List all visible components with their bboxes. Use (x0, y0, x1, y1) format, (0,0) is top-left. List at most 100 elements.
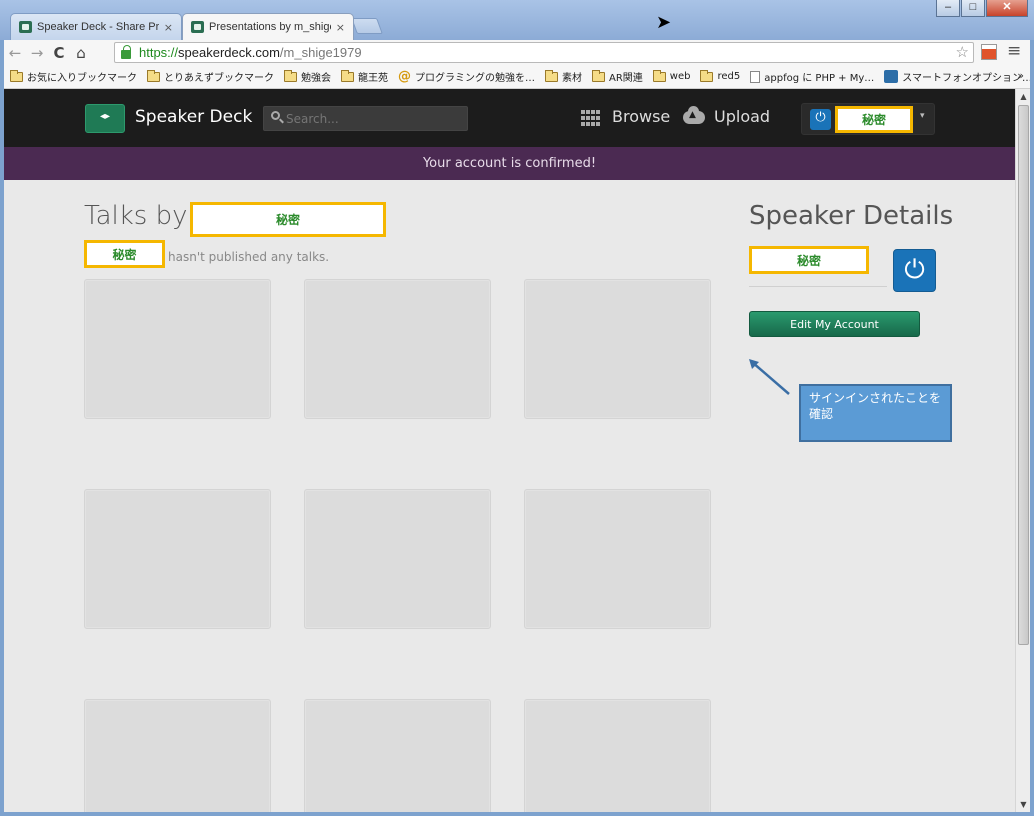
url-scheme: https:// (139, 45, 179, 60)
talks-user-redacted: 秘密 (190, 202, 386, 237)
speakerdeck-favicon-icon (19, 21, 32, 33)
bookmark-item[interactable]: 龍王苑 (341, 69, 388, 84)
tab-presentations[interactable]: Presentations by m_shige1 × (182, 13, 354, 40)
upload-link[interactable]: Upload (714, 107, 770, 126)
scrollbar-thumb[interactable] (1018, 105, 1029, 645)
bookmark-label: red5 (717, 71, 741, 82)
bookmark-item[interactable]: @ プログラミングの勉強を… (398, 69, 535, 84)
account-name-redacted: 秘密 (835, 106, 913, 133)
talk-placeholder-card (524, 279, 711, 419)
window-titlebar: Speaker Deck - Share Pres × Presentation… (0, 0, 1034, 40)
close-window-button[interactable]: ✕ (986, 0, 1028, 17)
speaker-avatar-icon (893, 249, 936, 292)
page-scrollbar[interactable]: ▲ ▼ (1015, 89, 1030, 812)
grid-icon (581, 110, 601, 126)
annotation-callout: サインインされたことを確認 (799, 384, 952, 442)
address-bar[interactable]: https:// speakerdeck.com /m_shige1979 ☆ (114, 42, 974, 63)
tab-title: Presentations by m_shige1 (209, 21, 331, 33)
bookmark-item[interactable]: web (652, 69, 691, 82)
site-favicon-icon (884, 70, 899, 83)
bookmark-label: 素材 (562, 73, 582, 84)
speaker-name-redacted: 秘密 (749, 246, 869, 274)
extension-calendar-icon[interactable] (981, 44, 997, 60)
folder-icon (545, 69, 558, 82)
scroll-down-icon[interactable]: ▼ (1016, 797, 1031, 812)
reload-icon[interactable]: C (48, 44, 70, 62)
bookmark-item[interactable]: 勉強会 (284, 69, 331, 84)
talk-placeholder-card (524, 489, 711, 629)
bookmark-item[interactable]: とりあえずブックマーク (147, 69, 274, 84)
site-header: Speaker Deck Browse Upload 秘密 ▾ (4, 89, 1015, 147)
back-arrow-icon[interactable]: ← (4, 44, 26, 62)
folder-icon (284, 69, 297, 82)
talk-placeholder-card (84, 279, 271, 419)
bookmark-label: 勉強会 (301, 73, 331, 84)
talk-placeholder-card (84, 489, 271, 629)
folder-icon (147, 69, 160, 82)
bookmark-star-icon[interactable]: ☆ (956, 43, 969, 61)
bookmark-item[interactable]: appfog に PHP + My… (750, 69, 874, 84)
folder-icon (341, 69, 354, 82)
confirmation-banner: Your account is confirmed! (4, 147, 1015, 180)
folder-icon (700, 69, 714, 82)
bookmark-label: とりあえずブックマーク (164, 73, 274, 84)
tab-close-icon[interactable]: × (336, 21, 345, 34)
bookmark-item[interactable]: 素材 (545, 69, 582, 84)
talks-by-heading: Talks by (84, 201, 188, 231)
talk-placeholder-card (304, 279, 491, 419)
empty-user-redacted: 秘密 (84, 240, 165, 268)
bookmark-label: お気に入りブックマーク (27, 73, 137, 84)
browse-link[interactable]: Browse (612, 107, 670, 126)
bookmarks-overflow-icon[interactable]: » (1017, 69, 1024, 82)
lock-icon (121, 45, 131, 59)
folder-icon (592, 69, 605, 82)
talk-placeholder-card (84, 699, 271, 812)
speaker-details-heading: Speaker Details (749, 201, 954, 231)
search-icon (271, 111, 280, 120)
bookmarks-bar: お気に入りブックマーク とりあえずブックマーク 勉強会 龍王苑 @ プログラミング… (4, 65, 1030, 89)
forward-arrow-icon[interactable]: → (26, 44, 48, 62)
speakerdeck-favicon-icon (191, 21, 204, 33)
bookmark-label: AR関連 (609, 73, 643, 84)
user-avatar-icon (810, 109, 831, 130)
page-icon (750, 70, 761, 83)
empty-talks-message: hasn't published any talks. (168, 250, 330, 264)
url-host: speakerdeck.com (178, 45, 280, 60)
tab-close-icon[interactable]: × (164, 21, 173, 34)
bookmark-label: スマートフォンオプション… (902, 73, 1030, 84)
bookmark-label: プログラミングの勉強を… (415, 73, 535, 84)
bookmark-item[interactable]: スマートフォンオプション… (884, 69, 1030, 84)
scroll-up-icon[interactable]: ▲ (1016, 89, 1031, 104)
dropdown-caret-icon[interactable]: ▾ (920, 111, 925, 121)
bookmark-item[interactable]: red5 (700, 69, 741, 82)
speakerdeck-logo-icon[interactable] (85, 104, 125, 133)
maximize-button[interactable]: □ (961, 0, 985, 17)
site-brand[interactable]: Speaker Deck (135, 107, 252, 127)
talk-placeholder-card (304, 699, 491, 812)
new-tab-button[interactable] (351, 18, 383, 34)
home-icon[interactable]: ⌂ (70, 44, 92, 62)
tab-title: Speaker Deck - Share Pres (37, 21, 159, 33)
bookmark-item[interactable]: AR関連 (592, 69, 643, 84)
cloud-upload-icon (683, 106, 705, 124)
edit-my-account-button[interactable]: Edit My Account (749, 311, 920, 337)
divider (749, 286, 887, 287)
search-input[interactable] (263, 106, 468, 131)
bookmark-item[interactable]: お気に入りブックマーク (10, 69, 137, 84)
bookmark-label: appfog に PHP + My… (764, 73, 875, 84)
folder-icon (10, 69, 23, 82)
browser-toolbar: ← → C ⌂ https:// speakerdeck.com /m_shig… (4, 40, 1030, 65)
folder-icon (652, 69, 666, 82)
bookmark-label: 龍王苑 (358, 73, 388, 84)
url-path: /m_shige1979 (279, 45, 362, 60)
at-sign-icon: @ (398, 69, 411, 84)
browser-menu-icon[interactable]: ≡ (1007, 41, 1021, 61)
page-viewport: Speaker Deck Browse Upload 秘密 ▾ Your acc… (4, 89, 1015, 812)
talk-placeholder-card (304, 489, 491, 629)
bookmark-label: web (669, 71, 691, 82)
minimize-button[interactable]: – (936, 0, 960, 17)
talk-placeholder-card (524, 699, 711, 812)
window-controls: – □ ✕ (936, 0, 1028, 17)
tab-speaker-deck-share[interactable]: Speaker Deck - Share Pres × (10, 13, 182, 40)
mouse-cursor-icon: ➤ (656, 12, 672, 33)
